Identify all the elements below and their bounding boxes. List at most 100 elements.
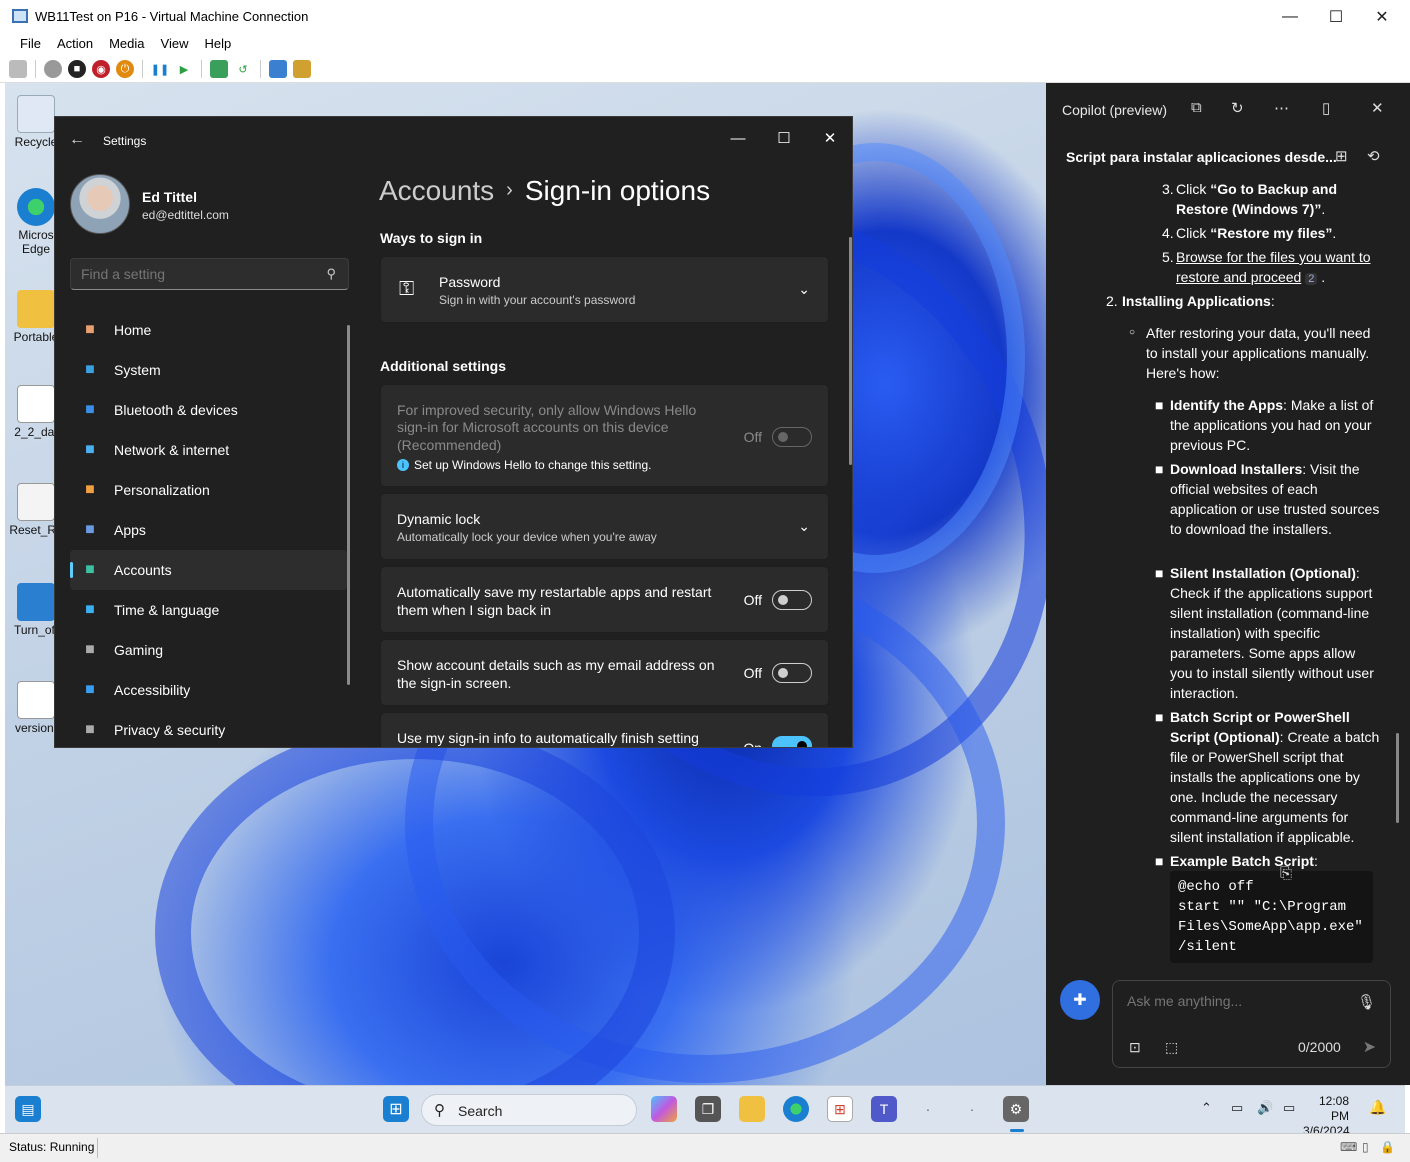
close-button[interactable]: ✕ bbox=[1359, 0, 1405, 33]
sidebar-item-label: Time & language bbox=[114, 602, 220, 618]
microphone-icon[interactable]: 🎙 bbox=[1357, 993, 1376, 1011]
share-icon[interactable] bbox=[293, 60, 311, 78]
menu-action[interactable]: Action bbox=[49, 33, 101, 55]
hello-line-2: sign-in for Microsoft accounts on this d… bbox=[397, 419, 669, 435]
chat-bubble-icon: ✚ bbox=[1073, 992, 1087, 1009]
sidebar-item-bluetooth-devices[interactable]: ■ Bluetooth & devices bbox=[70, 390, 347, 430]
sidebar-item-time-language[interactable]: ■ Time & language bbox=[70, 590, 347, 630]
vm-connection-icon bbox=[12, 9, 28, 23]
chevron-up-icon[interactable]: ⌃ bbox=[1201, 1100, 1212, 1116]
taskbar-search[interactable]: ⚲ Search bbox=[421, 1094, 637, 1126]
screenshot-icon[interactable]: ⊡ bbox=[1129, 1039, 1141, 1056]
account-details-toggle[interactable] bbox=[772, 663, 812, 683]
image-capture-icon[interactable]: ⬚ bbox=[1165, 1039, 1178, 1056]
settings-minimize-button[interactable]: — bbox=[715, 123, 761, 153]
search-input[interactable] bbox=[81, 266, 311, 282]
turn-off-icon[interactable]: ■ bbox=[68, 60, 86, 78]
sidebar-item-gaming[interactable]: ■ Gaming bbox=[70, 630, 347, 670]
ctrl-alt-del-icon[interactable] bbox=[9, 60, 27, 78]
settings-maximize-button[interactable]: ☐ bbox=[761, 123, 807, 153]
send-icon[interactable]: ➤ bbox=[1363, 1037, 1376, 1057]
sidebar-item-privacy-security[interactable]: ■ Privacy & security bbox=[70, 710, 347, 747]
network-icon[interactable]: ▭ bbox=[1231, 1100, 1243, 1116]
content-scrollbar[interactable] bbox=[849, 237, 852, 465]
restore-link[interactable]: Browse for the files you want to restore… bbox=[1176, 249, 1371, 285]
start-icon[interactable]: ⊞ bbox=[383, 1096, 409, 1122]
ask-input[interactable] bbox=[1127, 993, 1347, 1009]
refresh-icon[interactable]: ↻ bbox=[1231, 99, 1244, 117]
sidebar-item-personalization[interactable]: ■ Personalization bbox=[70, 470, 347, 510]
battery-icon[interactable]: ▭ bbox=[1283, 1100, 1295, 1116]
breadcrumb-accounts[interactable]: Accounts bbox=[379, 175, 494, 206]
sidebar-item-apps[interactable]: ■ Apps bbox=[70, 510, 347, 550]
page-title: Sign-in options bbox=[524, 175, 711, 206]
sidebar-item-system[interactable]: ■ System bbox=[70, 350, 347, 390]
history-icon[interactable]: ⟲ bbox=[1367, 147, 1380, 165]
shutdown-icon[interactable]: ◉ bbox=[92, 60, 110, 78]
close-icon[interactable]: ✕ bbox=[1371, 99, 1384, 117]
dynamic-lock-card[interactable]: Dynamic lock Automatically lock your dev… bbox=[380, 493, 829, 560]
char-count: 0/2000 bbox=[1298, 1039, 1341, 1055]
restart-line-2: them when I sign back in bbox=[397, 602, 552, 618]
sidebar-item-accounts[interactable]: ■ Accounts bbox=[70, 550, 347, 590]
more-icon[interactable]: ⋯ bbox=[1274, 99, 1289, 117]
folder-icon bbox=[17, 290, 55, 328]
citation-badge[interactable]: 2 bbox=[1305, 273, 1318, 285]
pause-icon[interactable]: ❚❚ bbox=[151, 60, 169, 78]
menu-media[interactable]: Media bbox=[101, 33, 152, 55]
sidebar-item-home[interactable]: ■ Home bbox=[70, 310, 347, 350]
restart-apps-toggle[interactable] bbox=[772, 590, 812, 610]
user-email: ed@edtittel.com bbox=[142, 208, 229, 222]
checkpoint-icon[interactable] bbox=[210, 60, 228, 78]
resume-icon[interactable]: ▶ bbox=[175, 60, 193, 78]
revert-icon[interactable]: ↺ bbox=[234, 60, 252, 78]
copilot-icon[interactable] bbox=[651, 1096, 677, 1122]
app-icon[interactable]: · bbox=[959, 1096, 985, 1122]
hello-toggle-label: Off bbox=[743, 429, 762, 445]
sidebar-item-network-internet[interactable]: ■ Network & internet bbox=[70, 430, 347, 470]
back-arrow-icon[interactable]: ← bbox=[69, 131, 85, 149]
signin-info-line-1: Use my sign-in info to automatically fin… bbox=[397, 730, 699, 746]
volume-icon[interactable]: 🔊 bbox=[1257, 1100, 1273, 1116]
plugins-icon[interactable]: ⊞ bbox=[1335, 147, 1348, 165]
settings-gear-icon[interactable]: ⚙ bbox=[1003, 1096, 1029, 1122]
sidebar-item-accessibility[interactable]: ■ Accessibility bbox=[70, 670, 347, 710]
chat-scrollbar[interactable] bbox=[1396, 733, 1399, 823]
text-file-icon bbox=[17, 681, 55, 719]
avatar[interactable] bbox=[70, 174, 130, 234]
task-view-icon[interactable]: ❐ bbox=[695, 1096, 721, 1122]
new-topic-button[interactable]: ✚ bbox=[1060, 980, 1100, 1020]
find-setting-box[interactable]: ⚲ bbox=[70, 258, 349, 290]
menu-file[interactable]: File bbox=[12, 33, 49, 55]
chevron-down-icon[interactable]: ⌄ bbox=[798, 281, 810, 298]
enhanced-session-icon[interactable] bbox=[269, 60, 287, 78]
settings-nav: ■ Home ■ System ■ Bluetooth & devices ■ Network… bbox=[70, 310, 347, 747]
app-icon[interactable]: · bbox=[915, 1096, 941, 1122]
monitor-icon: ■ bbox=[85, 361, 95, 378]
status-divider bbox=[97, 1138, 98, 1158]
widgets-icon[interactable]: ▤ bbox=[15, 1096, 41, 1122]
toolbar-divider bbox=[260, 60, 261, 78]
menu-help[interactable]: Help bbox=[196, 33, 239, 55]
start-icon[interactable] bbox=[44, 60, 62, 78]
nav-scrollbar[interactable] bbox=[347, 325, 350, 685]
store-icon[interactable]: ⊞ bbox=[827, 1096, 853, 1122]
chevron-down-icon[interactable]: ⌄ bbox=[798, 518, 810, 535]
open-external-icon[interactable]: ⧉ bbox=[1191, 99, 1202, 116]
list-item: ■ Batch Script or PowerShell Script (Opti… bbox=[1155, 709, 1380, 845]
hello-line-3: (Recommended) bbox=[397, 437, 502, 453]
copy-icon[interactable]: ⎘ bbox=[1280, 865, 1292, 882]
settings-close-button[interactable]: ✕ bbox=[807, 123, 852, 153]
save-state-icon[interactable]: ⏻ bbox=[116, 60, 134, 78]
sidebar-toggle-icon[interactable]: ▯ bbox=[1322, 99, 1330, 117]
edge-icon[interactable] bbox=[783, 1096, 809, 1122]
minimize-button[interactable]: — bbox=[1267, 0, 1313, 33]
notification-bell-icon[interactable]: 🔔 bbox=[1369, 1099, 1386, 1116]
menu-view[interactable]: View bbox=[153, 33, 197, 55]
teams-icon[interactable]: T bbox=[871, 1096, 897, 1122]
maximize-button[interactable]: ☐ bbox=[1313, 0, 1359, 33]
file-explorer-icon[interactable] bbox=[739, 1096, 765, 1122]
ask-box[interactable]: 🎙 ⊡ ⬚ 0/2000 ➤ bbox=[1112, 980, 1391, 1068]
sign-in-info-toggle[interactable] bbox=[772, 736, 812, 747]
password-card[interactable]: ⚿ Password Sign in with your account's p… bbox=[380, 256, 829, 323]
